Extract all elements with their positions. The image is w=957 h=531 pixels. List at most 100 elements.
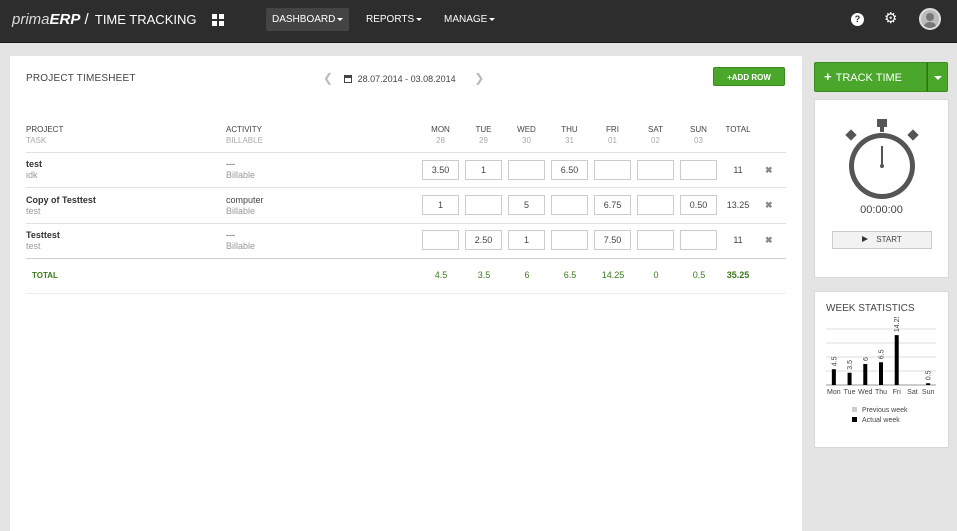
chevron-left-icon[interactable]: ❮: [323, 71, 333, 85]
row-project: Testtest test: [26, 230, 60, 252]
divider: [26, 258, 786, 259]
chart-bar: [879, 362, 883, 385]
hours-input[interactable]: 2.50: [465, 230, 502, 250]
day-total: 6.5: [563, 270, 577, 280]
top-navbar: primaERP / TIME TRACKING DASHBOARD REPOR…: [0, 0, 957, 43]
day-date: 01: [608, 136, 617, 145]
hours-input[interactable]: 3.50: [422, 160, 459, 180]
chart-data-label: 6: [863, 357, 870, 361]
header-day-mon: MON 28: [422, 124, 459, 146]
day-total: 3.5: [477, 270, 491, 280]
hours-input[interactable]: 6.50: [551, 160, 588, 180]
hours-input[interactable]: 1: [422, 195, 459, 215]
header-task-label: TASK: [26, 136, 47, 145]
day-total: 4.5: [434, 270, 448, 280]
plus-icon: +: [824, 69, 832, 84]
day-date: 03: [694, 136, 703, 145]
task-name: idk: [26, 170, 38, 180]
track-time-label: TRACK TIME: [835, 72, 903, 84]
day-name: SUN: [690, 125, 707, 134]
add-row-button[interactable]: +ADD ROW: [713, 67, 785, 86]
divider: [26, 152, 786, 153]
header-day-thu: THU 31: [551, 124, 588, 146]
hours-input[interactable]: [637, 195, 674, 215]
header-day-sat: SAT 02: [637, 124, 674, 146]
delete-row-icon[interactable]: ✖: [765, 235, 773, 246]
brand-separator: /: [80, 11, 93, 28]
apps-grid-icon[interactable]: [212, 14, 224, 26]
divider: [26, 293, 786, 294]
hours-input[interactable]: [680, 230, 717, 250]
row-activity: --- Billable: [226, 230, 255, 252]
week-stats-title: WEEK STATISTICS: [826, 303, 915, 314]
day-date: 30: [522, 136, 531, 145]
start-button[interactable]: START: [832, 231, 932, 249]
day-name: MON: [431, 125, 450, 134]
day-date: 02: [651, 136, 660, 145]
row-project: Copy of Testtest test: [26, 195, 96, 217]
chart-tick-label: Sun: [922, 389, 935, 396]
start-label: START: [876, 235, 902, 244]
hours-input[interactable]: [465, 195, 502, 215]
activity-name: ---: [226, 159, 235, 169]
chart-bar: [831, 369, 836, 385]
hours-input[interactable]: 6.75: [594, 195, 631, 215]
header-billable-label: BILLABLE: [226, 136, 263, 145]
header-day-sun: SUN 03: [680, 124, 717, 146]
user-avatar-icon[interactable]: [919, 8, 941, 30]
header-day-fri: FRI 01: [594, 124, 631, 146]
chart-bar: [847, 372, 852, 385]
project-name: Copy of Testtest: [26, 195, 96, 205]
chart-data-label: 6.5: [879, 349, 886, 359]
divider: [26, 223, 786, 224]
calendar-icon[interactable]: [343, 75, 352, 83]
row-project: test idk: [26, 159, 42, 181]
day-date: 31: [565, 136, 574, 145]
billable-status: Billable: [226, 206, 256, 216]
hours-input[interactable]: [637, 160, 674, 180]
day-name: THU: [561, 125, 578, 134]
day-total: 14.25: [601, 270, 625, 280]
hours-input[interactable]: 0.50: [680, 195, 717, 215]
header-total-label: TOTAL: [725, 125, 751, 134]
activity-name: ---: [226, 230, 235, 240]
delete-row-icon[interactable]: ✖: [765, 200, 773, 211]
project-name: test: [26, 159, 43, 169]
track-time-dropdown[interactable]: [927, 62, 948, 92]
hours-input[interactable]: 1: [508, 230, 545, 250]
track-time-button[interactable]: + TRACK TIME: [814, 62, 927, 92]
hours-input[interactable]: [551, 195, 588, 215]
billable-status: Billable: [226, 170, 256, 180]
brand-app-name: TIME TRACKING: [94, 12, 197, 27]
chevron-down-icon: [337, 17, 344, 21]
totals-label: TOTAL: [32, 271, 58, 280]
hours-input[interactable]: 5: [508, 195, 545, 215]
hours-input[interactable]: [422, 230, 459, 250]
hours-input[interactable]: [637, 230, 674, 250]
hours-input[interactable]: [594, 160, 631, 180]
legend-actual: Actual week: [852, 417, 900, 424]
chevron-right-icon[interactable]: ❯: [474, 71, 484, 85]
gear-icon[interactable]: ⚙: [884, 10, 897, 28]
day-name: TUE: [475, 125, 492, 134]
nav-reports-label: REPORTS: [366, 14, 415, 25]
date-range: 28.07.2014 - 03.08.2014: [357, 74, 456, 84]
hours-input[interactable]: 1: [465, 160, 502, 180]
hours-input[interactable]: [680, 160, 717, 180]
delete-row-icon[interactable]: ✖: [765, 165, 773, 176]
brand-logo[interactable]: primaERP / TIME TRACKING: [12, 11, 196, 28]
row-total: 11: [733, 235, 743, 245]
header-activity: ACTIVITY BILLABLE: [226, 124, 263, 146]
row-total: 11: [733, 165, 743, 175]
add-row-label: ADD ROW: [731, 73, 771, 82]
header-day-tue: TUE 29: [465, 124, 502, 146]
nav-manage[interactable]: MANAGE: [438, 8, 501, 31]
hours-input[interactable]: 7.50: [594, 230, 631, 250]
hours-input[interactable]: [551, 230, 588, 250]
hours-input[interactable]: [508, 160, 545, 180]
nav-reports[interactable]: REPORTS: [360, 8, 428, 31]
help-icon[interactable]: ?: [851, 13, 864, 26]
task-name: test: [26, 241, 41, 251]
chart-bar: [863, 364, 868, 385]
nav-dashboard[interactable]: DASHBOARD: [266, 8, 350, 31]
